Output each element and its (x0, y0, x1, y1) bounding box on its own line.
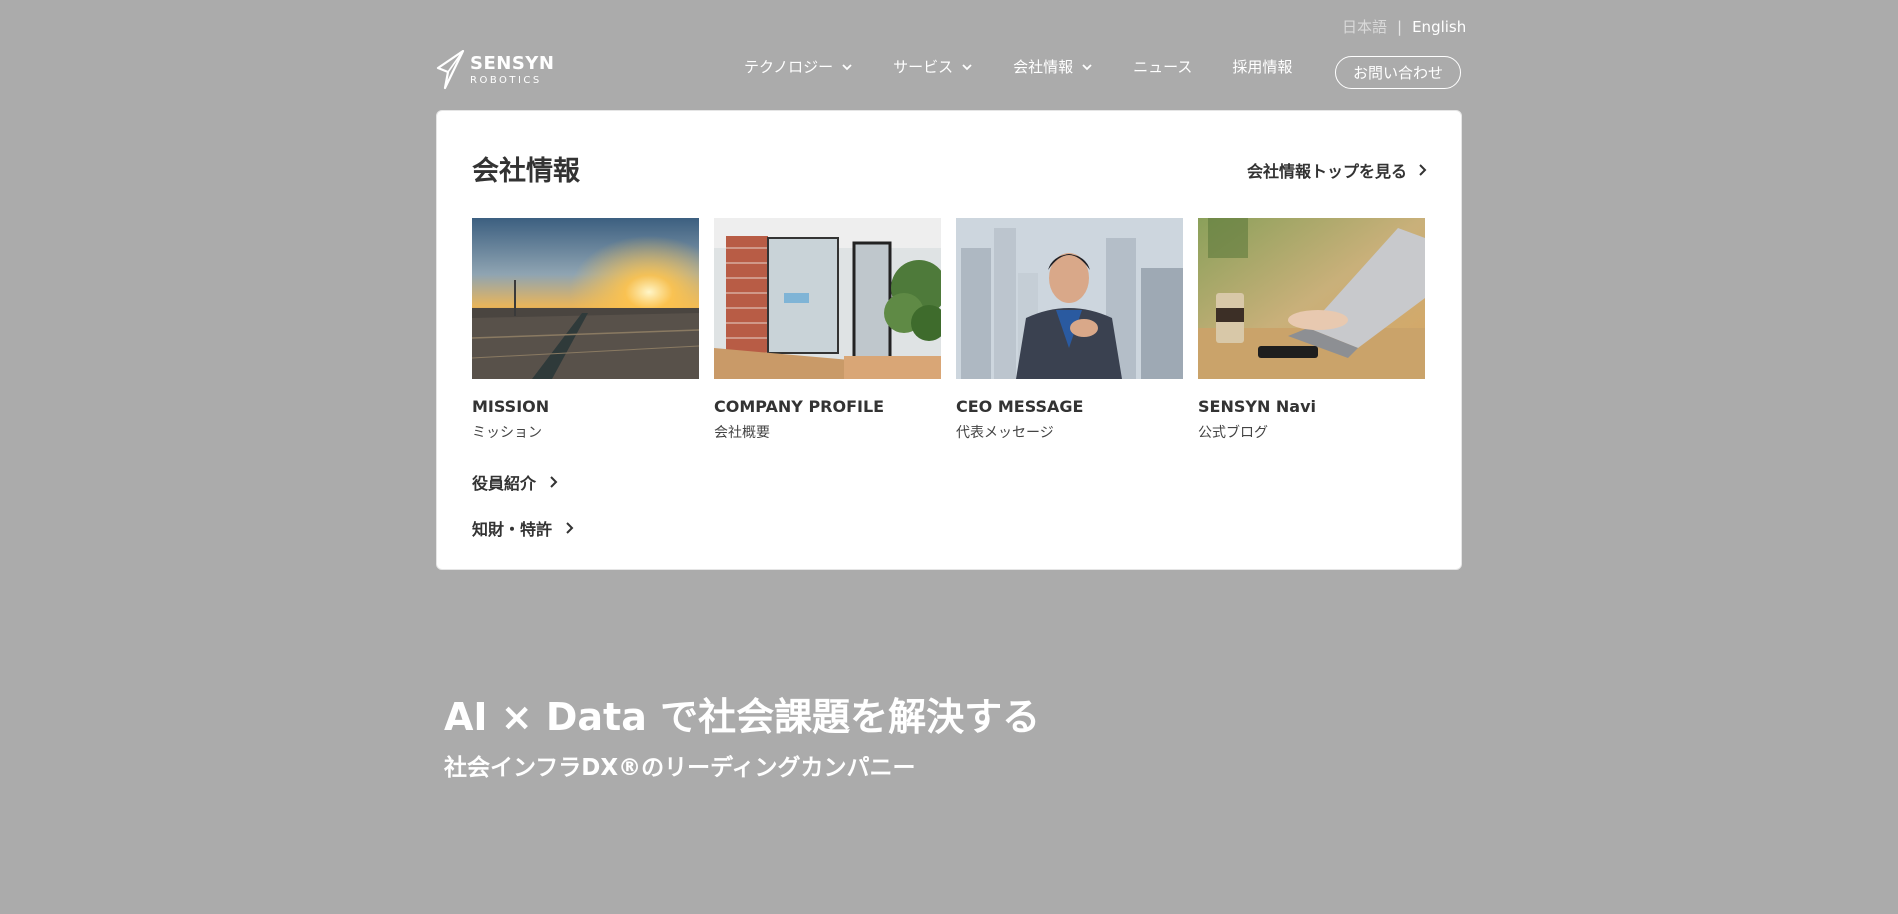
lang-separator: | (1397, 17, 1403, 36)
nav-item-label: サービス (893, 58, 954, 76)
panel-title: 会社情報 (472, 156, 580, 187)
executives-link[interactable]: 役員紹介 (472, 470, 558, 494)
nav-item-label: 会社情報 (1013, 58, 1074, 76)
laptop-cafe-image (1198, 218, 1425, 379)
nav-item-recruit[interactable]: 採用情報 (1232, 56, 1292, 77)
nav-item-news[interactable]: ニュース (1133, 56, 1192, 77)
nav-item-technology[interactable]: テクノロジー (744, 56, 853, 77)
chevron-down-icon (842, 63, 852, 70)
card-title-jp: 会社概要 (714, 425, 770, 441)
card-sensyn-navi[interactable]: SENSYN Navi 公式ブログ (1198, 218, 1425, 442)
card-title-en: MISSION (472, 397, 550, 416)
card-list: MISSION ミッション COMPANY PROFILE 会社概要 CEO M… (472, 218, 1425, 442)
chevron-down-icon (1082, 63, 1092, 70)
executives-link-label: 役員紹介 (472, 474, 537, 493)
card-ceo-message[interactable]: CEO MESSAGE 代表メッセージ (956, 218, 1183, 442)
nav-item-company[interactable]: 会社情報 (1013, 56, 1093, 77)
site-logo[interactable]: SENSYN ROBOTICS (436, 50, 554, 90)
company-top-link-label: 会社情報トップを見る (1246, 162, 1407, 181)
ceo-portrait-image (956, 218, 1183, 379)
card-title-en: CEO MESSAGE (956, 397, 1084, 416)
logo-mark-icon (436, 50, 465, 90)
company-top-link[interactable]: 会社情報トップを見る (1247, 158, 1427, 182)
nav-item-services[interactable]: サービス (893, 56, 973, 77)
company-mega-menu: 会社情報 会社情報トップを見る MISSION ミッション COMPANY PR… (436, 110, 1462, 570)
contact-button[interactable]: お問い合わせ (1335, 56, 1461, 89)
lang-japanese-link[interactable]: 日本語 (1342, 16, 1387, 37)
hero-subtitle: 社会インフラDX®のリーディングカンパニー (444, 755, 916, 781)
lang-english-link[interactable]: English (1412, 18, 1466, 36)
ip-patents-link-label: 知財・特許 (472, 520, 553, 539)
card-title-jp: 代表メッセージ (956, 425, 1054, 441)
hero-title: AI × Data で社会課題を解決する (444, 695, 1041, 739)
card-title-en: SENSYN Navi (1198, 397, 1317, 416)
logo-subwordmark: ROBOTICS (470, 74, 542, 86)
chevron-right-icon (566, 522, 574, 534)
card-company-profile[interactable]: COMPANY PROFILE 会社概要 (714, 218, 941, 442)
language-switch: 日本語 | English (1342, 16, 1466, 37)
nav-item-label: 採用情報 (1232, 58, 1293, 76)
card-title-jp: ミッション (472, 425, 542, 441)
chevron-right-icon (550, 476, 558, 488)
ip-patents-link[interactable]: 知財・特許 (472, 516, 574, 540)
card-mission[interactable]: MISSION ミッション (472, 218, 699, 442)
card-title-en: COMPANY PROFILE (714, 397, 885, 416)
nav-item-label: ニュース (1133, 58, 1193, 76)
chevron-right-icon (1419, 164, 1427, 176)
office-entrance-image (714, 218, 941, 379)
logo-wordmark: SENSYN (470, 52, 555, 74)
card-title-jp: 公式ブログ (1198, 425, 1268, 441)
chevron-down-icon (962, 63, 972, 70)
city-sunset-image (472, 218, 699, 379)
main-nav: テクノロジー サービス 会社情報 ニュース 採用情報 (744, 56, 1332, 77)
nav-item-label: テクノロジー (744, 58, 834, 76)
